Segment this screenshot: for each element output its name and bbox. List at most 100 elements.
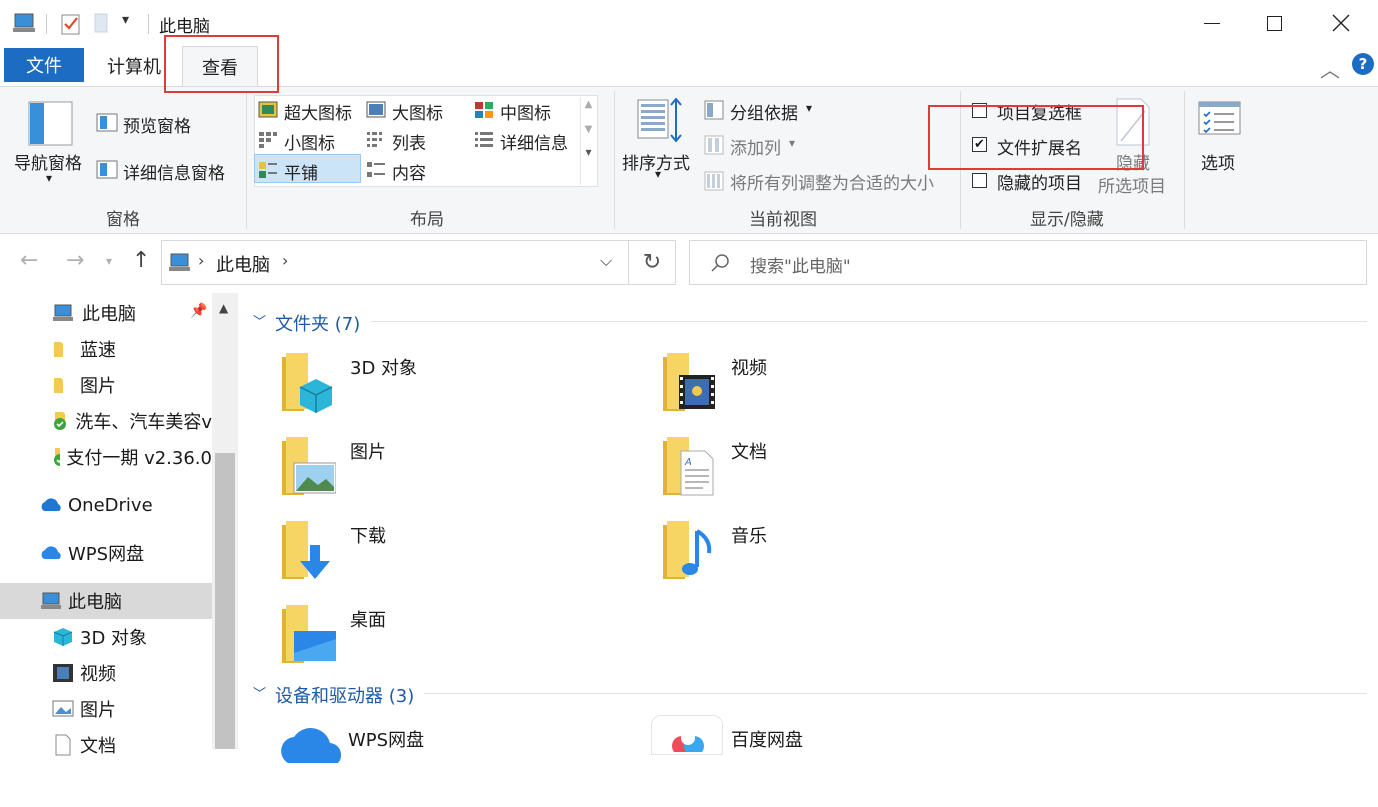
nav-item-wps-cloud[interactable]: WPS网盘 [0, 535, 212, 571]
scroll-up-icon[interactable]: ▲ [219, 301, 228, 315]
folder-tile-desktop[interactable]: 桌面 [280, 603, 640, 687]
layout-tiles[interactable]: 平铺 [284, 159, 318, 184]
device-tile-wps-cloud[interactable]: WPS网盘 [278, 723, 638, 807]
folder-tile-pictures[interactable]: 图片 [280, 435, 640, 519]
back-button[interactable]: ← [20, 248, 38, 273]
scrollbar-thumb[interactable] [215, 453, 235, 749]
pin-icon[interactable]: 📌 [190, 303, 207, 319]
nav-item-videos[interactable]: 视频 [0, 655, 212, 691]
new-folder-icon[interactable] [94, 12, 108, 34]
add-columns-button[interactable]: 添加列 [730, 134, 781, 159]
collapse-group-icon[interactable]: ﹀ [253, 311, 266, 330]
group-by-dropdown-icon[interactable]: ▾ [806, 101, 812, 115]
search-box[interactable]: 搜索"此电脑" [689, 240, 1367, 285]
navigation-pane-scrollbar[interactable]: ▲ [212, 293, 238, 749]
svg-text:A: A [684, 457, 692, 468]
nav-item-this-pc[interactable]: 此电脑 [0, 583, 212, 619]
breadcrumb-separator-icon[interactable]: › [198, 251, 204, 270]
navigation-pane: 此电脑 📌 蓝速 图片 洗车、汽车美容v 支付一期 v2.36.0 OneDri… [0, 293, 238, 757]
options-button[interactable]: 选项 [1201, 149, 1235, 174]
tab-computer[interactable]: 计算机 [92, 46, 176, 86]
details-pane-button[interactable]: 详细信息窗格 [123, 159, 225, 184]
layout-extra-large-icons[interactable]: 超大图标 [284, 99, 352, 124]
group-header-folders[interactable]: 文件夹 (7) [275, 310, 360, 336]
folder-icon [54, 378, 63, 393]
preview-pane-button[interactable]: 预览窗格 [123, 112, 191, 137]
computer-icon[interactable] [12, 12, 38, 34]
group-by-button[interactable]: 分组依据 [730, 99, 798, 124]
ribbon-separator [1184, 91, 1185, 229]
folder-tile-videos[interactable]: 视频 [661, 351, 1021, 435]
hidden-items-checkbox[interactable] [972, 173, 987, 188]
file-extensions-label[interactable]: 文件扩展名 [997, 134, 1082, 159]
layout-medium-icons[interactable]: 中图标 [500, 99, 551, 124]
folder-tile-downloads[interactable]: 下载 [280, 519, 640, 603]
forward-button[interactable]: → [66, 248, 84, 273]
layout-large-icons[interactable]: 大图标 [392, 99, 443, 124]
file-extensions-checkbox[interactable]: ✔ [972, 137, 987, 152]
hide-selected-label-2[interactable]: 所选项目 [1098, 172, 1166, 197]
nav-item-label: 文档 [80, 736, 116, 757]
sort-by-icon [637, 97, 682, 143]
group-header-devices[interactable]: 设备和驱动器 (3) [275, 682, 414, 708]
layout-gallery-scrollbar[interactable]: ▲ ▼ ▾ [580, 97, 596, 185]
minimize-button[interactable] [1181, 0, 1243, 46]
nav-pane-dropdown-icon[interactable]: ▾ [46, 171, 52, 185]
breadcrumb-separator-icon[interactable]: › [282, 251, 288, 270]
nav-item-documents[interactable]: 文档 [0, 727, 212, 763]
nav-item-label: OneDrive [68, 494, 153, 516]
sort-by-dropdown-icon[interactable]: ▾ [655, 167, 661, 181]
collapse-group-icon[interactable]: ﹀ [253, 683, 266, 702]
layout-list[interactable]: 列表 [392, 129, 426, 154]
3d-objects-icon [53, 628, 73, 646]
maximize-button[interactable] [1243, 0, 1305, 46]
small-icons-icon [259, 132, 277, 148]
folder-name: 3D 对象 [350, 358, 418, 379]
layout-content[interactable]: 内容 [392, 159, 426, 184]
list-icon [367, 132, 382, 147]
tab-view[interactable]: 查看 [182, 46, 258, 86]
search-placeholder: 搜索"此电脑" [750, 257, 851, 277]
nav-item-carwash[interactable]: 洗车、汽车美容v [0, 403, 212, 439]
nav-item-pictures-quick[interactable]: 图片 [0, 367, 212, 403]
group-title-current-view: 当前视图 [749, 210, 817, 230]
device-tile-baidu[interactable]: 百度网盘 [651, 715, 1011, 799]
folder-tile-music[interactable]: 音乐 [661, 519, 1021, 603]
hidden-items-label[interactable]: 隐藏的项目 [997, 169, 1082, 194]
properties-icon[interactable] [60, 12, 82, 36]
computer-icon [169, 253, 190, 271]
size-all-columns-button[interactable]: 将所有列调整为合适的大小 [730, 169, 934, 194]
folder-tile-3d-objects[interactable]: 3D 对象 [280, 351, 640, 435]
collapse-ribbon-icon[interactable]: ︿ [1320, 54, 1340, 83]
folder-name: 桌面 [350, 610, 386, 631]
tab-file[interactable]: 文件 [4, 48, 84, 82]
nav-item-pictures[interactable]: 图片 [0, 691, 212, 727]
layout-small-icons[interactable]: 小图标 [284, 129, 335, 154]
address-dropdown-icon[interactable]: ⌵ [600, 251, 612, 271]
nav-item-onedrive[interactable]: OneDrive [0, 487, 212, 523]
hide-selected-label-1[interactable]: 隐藏 [1116, 149, 1150, 174]
extra-large-icons-icon [258, 101, 278, 118]
up-button[interactable]: ↑ [132, 248, 150, 273]
window-title: 此电脑 [159, 17, 210, 37]
refresh-button[interactable]: ↻ [629, 240, 676, 285]
address-bar[interactable]: › 此电脑 › ⌵ [161, 240, 629, 285]
close-icon [1332, 14, 1350, 32]
nav-item-lansu[interactable]: 蓝速 [0, 331, 212, 367]
nav-item-this-pc-quick[interactable]: 此电脑 [0, 295, 212, 331]
content-pane: ﹀ 文件夹 (7) 3D 对象 视频 图片 A 文档 下载 音乐 桌面 ﹀ 设备… [238, 293, 1378, 763]
computer-icon [53, 304, 73, 321]
add-columns-dropdown-icon[interactable]: ▾ [789, 136, 795, 150]
folder-tile-documents[interactable]: A 文档 [661, 435, 1021, 519]
close-button[interactable] [1310, 0, 1372, 46]
breadcrumb-this-pc[interactable]: 此电脑 [216, 251, 270, 277]
nav-item-3d-objects[interactable]: 3D 对象 [0, 619, 212, 655]
item-checkboxes-checkbox[interactable] [972, 103, 987, 118]
item-checkboxes-label[interactable]: 项目复选框 [997, 99, 1082, 124]
layout-details[interactable]: 详细信息 [500, 129, 568, 154]
nav-item-payment[interactable]: 支付一期 v2.36.0 [0, 439, 212, 475]
help-icon[interactable]: ? [1352, 53, 1374, 75]
qat-dropdown-icon[interactable]: ▾ [122, 12, 129, 28]
recent-locations-icon[interactable]: ▾ [106, 254, 112, 268]
wps-cloud-icon [281, 728, 342, 763]
